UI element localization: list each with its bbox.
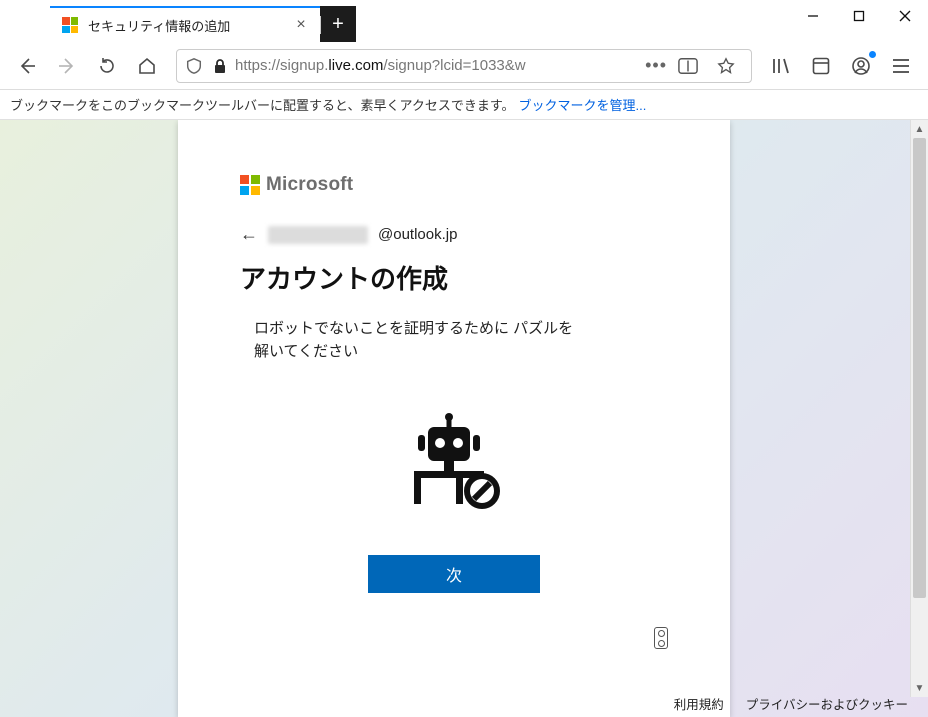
reload-button[interactable]	[90, 49, 124, 83]
signup-card: Microsoft ← @outlook.jp アカウントの作成 ロボットでない…	[178, 120, 730, 717]
identity-row: ← @outlook.jp	[240, 224, 668, 245]
shield-icon	[185, 57, 203, 75]
next-button[interactable]: 次	[368, 555, 540, 593]
url-text: https://signup.live.com/signup?lcid=1033…	[235, 57, 637, 74]
redacted-email-local	[268, 226, 368, 244]
tab-title: セキュリティ情報の追加	[88, 16, 282, 35]
microsoft-favicon-icon	[62, 17, 78, 33]
page-viewport: Microsoft ← @outlook.jp アカウントの作成 ロボットでない…	[0, 120, 928, 717]
back-button[interactable]	[10, 49, 44, 83]
identity-back-icon[interactable]: ←	[240, 224, 258, 245]
bookmarks-hint-text: ブックマークをこのブックマークツールバーに配置すると、素早くアクセスできます。	[10, 95, 515, 114]
email-domain: @outlook.jp	[378, 226, 457, 243]
privacy-link[interactable]: プライバシーおよびクッキー	[746, 694, 908, 713]
tab-strip: セキュリティ情報の追加 × +	[0, 0, 790, 42]
microsoft-logo: Microsoft	[240, 174, 668, 196]
bookmarks-toolbar: ブックマークをこのブックマークツールバーに配置すると、素早くアクセスできます。 …	[0, 90, 928, 120]
captcha-instruction: ロボットでないことを証明するために パズルを解いてください	[254, 318, 584, 363]
sidebar-icon[interactable]	[804, 49, 838, 83]
robot-illustration	[240, 413, 668, 513]
audio-challenge-icon[interactable]	[654, 627, 668, 649]
browser-tab[interactable]: セキュリティ情報の追加 ×	[50, 6, 320, 42]
lock-icon	[213, 58, 227, 74]
window-maximize-button[interactable]	[836, 0, 882, 32]
microsoft-logo-icon	[240, 175, 260, 195]
window-minimize-button[interactable]	[790, 0, 836, 32]
microsoft-wordmark: Microsoft	[266, 174, 353, 196]
account-icon[interactable]	[844, 49, 878, 83]
scroll-down-icon[interactable]: ▼	[911, 679, 928, 697]
forward-button[interactable]	[50, 49, 84, 83]
site-identity[interactable]	[185, 57, 227, 75]
library-icon[interactable]	[764, 49, 798, 83]
robot-no-icon	[404, 413, 504, 513]
footer-links: 利用規約 プライバシーおよびクッキー	[674, 694, 908, 713]
window-controls	[790, 0, 928, 32]
new-tab-button[interactable]: +	[320, 6, 356, 42]
navigation-toolbar: https://signup.live.com/signup?lcid=1033…	[0, 42, 928, 90]
page-actions-icon[interactable]: •••	[645, 55, 667, 76]
reader-mode-icon[interactable]	[671, 49, 705, 83]
hamburger-menu-icon[interactable]	[884, 49, 918, 83]
terms-link[interactable]: 利用規約	[674, 694, 724, 713]
scroll-thumb[interactable]	[913, 138, 926, 598]
page-title: アカウントの作成	[240, 259, 668, 296]
scroll-up-icon[interactable]: ▲	[911, 120, 928, 138]
vertical-scrollbar[interactable]: ▲ ▼	[910, 120, 928, 697]
bookmark-star-icon[interactable]	[709, 49, 743, 83]
tab-close-icon[interactable]: ×	[292, 16, 310, 34]
window-titlebar: セキュリティ情報の追加 × +	[0, 0, 928, 42]
window-close-button[interactable]	[882, 0, 928, 32]
manage-bookmarks-link[interactable]: ブックマークを管理...	[519, 95, 647, 114]
url-bar[interactable]: https://signup.live.com/signup?lcid=1033…	[176, 49, 752, 83]
home-button[interactable]	[130, 49, 164, 83]
